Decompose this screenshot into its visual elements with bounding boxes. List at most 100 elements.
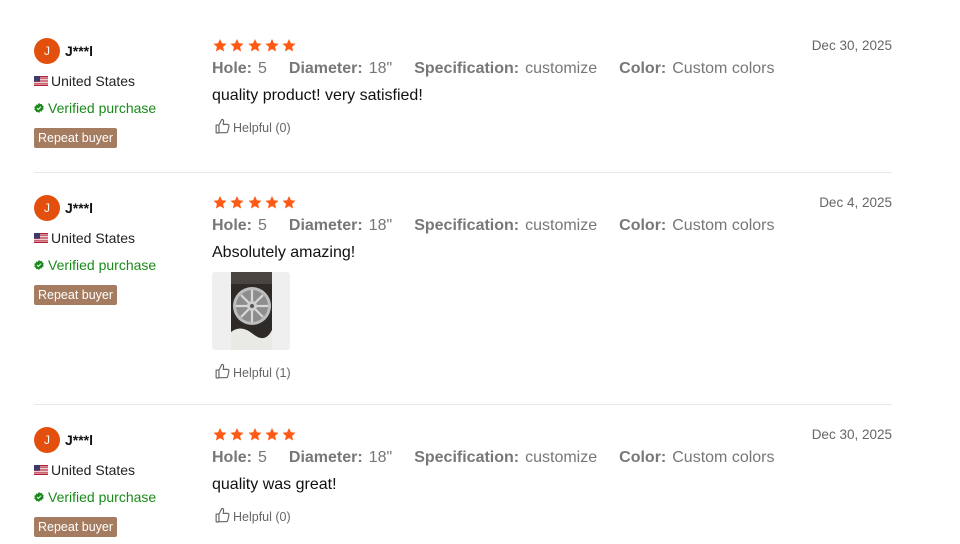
review-date: Dec 30, 2025	[811, 38, 892, 53]
star-icon	[264, 38, 280, 53]
spec-specification: Specification: customize	[414, 449, 597, 467]
helpful-button[interactable]: Helpful (0)	[214, 118, 291, 135]
verified-icon	[34, 260, 44, 270]
review-card: J J***l United States Verified purchase …	[34, 427, 892, 544]
avatar: J	[34, 195, 60, 221]
verified-label: Verified purchase	[48, 489, 157, 505]
review-text: Absolutely amazing!	[212, 244, 356, 261]
spec-key: Color:	[619, 449, 667, 466]
verified-label: Verified purchase	[48, 100, 157, 116]
product-specs: Hole: 5 Diameter: 18" Specification: custom…	[212, 60, 797, 78]
spec-hole: Hole: 5	[212, 449, 267, 467]
spec-value: customize	[525, 217, 598, 234]
star-icon	[281, 427, 297, 442]
review-text: quality product! very satisfied!	[212, 87, 423, 104]
helpful-button[interactable]: Helpful (0)	[214, 507, 291, 524]
spec-value: Custom colors	[672, 217, 775, 234]
spec-value: Custom colors	[672, 60, 775, 77]
star-icon	[264, 427, 280, 442]
spec-diameter: Diameter: 18"	[289, 60, 392, 78]
spec-color: Color: Custom colors	[619, 217, 774, 235]
review-date: Dec 4, 2025	[819, 195, 892, 210]
wheel-photo	[231, 272, 272, 350]
star-rating	[212, 195, 298, 210]
spec-color: Color: Custom colors	[619, 449, 774, 467]
spec-key: Diameter:	[288, 217, 363, 234]
star-icon	[247, 195, 263, 210]
spec-value: Custom colors	[672, 449, 775, 466]
country-label: United States	[51, 230, 136, 246]
spec-key: Diameter:	[288, 449, 363, 466]
reviewer-country: United States	[34, 462, 135, 478]
avatar: J	[34, 38, 60, 64]
us-flag-icon	[34, 233, 48, 243]
spec-value: customize	[525, 449, 598, 466]
reviewer-name-line: J J***l	[34, 427, 93, 453]
review-text: quality was great!	[212, 476, 337, 493]
star-rating	[212, 427, 298, 442]
star-icon	[247, 427, 263, 442]
helpful-label: Helpful (0)	[233, 510, 291, 524]
review-date: Dec 30, 2025	[811, 427, 892, 442]
star-icon	[212, 38, 228, 53]
repeat-buyer-badge: Repeat buyer	[34, 285, 118, 305]
spec-key: Hole:	[212, 217, 252, 234]
review-card: J J***l United States Verified purchase …	[34, 38, 892, 173]
avatar: J	[34, 427, 60, 453]
spec-value: 5	[258, 217, 267, 234]
verified-purchase: Verified purchase	[34, 489, 156, 505]
spec-hole: Hole: 5	[212, 217, 267, 235]
star-icon	[281, 38, 297, 53]
review-card: J J***l United States Verified purchase …	[34, 195, 892, 405]
country-label: United States	[51, 73, 136, 89]
star-icon	[247, 38, 263, 53]
spec-key: Color:	[619, 217, 667, 234]
spec-specification: Specification: customize	[414, 60, 597, 78]
spec-key: Specification:	[414, 60, 520, 77]
spec-hole: Hole: 5	[212, 60, 267, 78]
verified-label: Verified purchase	[48, 257, 157, 273]
repeat-buyer-badge: Repeat buyer	[34, 517, 118, 537]
star-icon	[229, 195, 245, 210]
reviewer-name: J***l	[65, 43, 94, 59]
verified-purchase: Verified purchase	[34, 100, 156, 116]
thumbs-up-icon	[214, 118, 231, 135]
spec-key: Specification:	[414, 217, 520, 234]
star-icon	[212, 427, 228, 442]
spec-diameter: Diameter: 18"	[289, 217, 392, 235]
helpful-button[interactable]: Helpful (1)	[214, 363, 291, 380]
reviewer-country: United States	[34, 230, 135, 246]
helpful-label: Helpful (0)	[233, 121, 291, 135]
star-icon	[264, 195, 280, 210]
star-icon	[229, 427, 245, 442]
us-flag-icon	[34, 465, 48, 475]
verified-icon	[34, 492, 44, 502]
product-specs: Hole: 5 Diameter: 18" Specification: custom…	[212, 217, 797, 235]
spec-key: Diameter:	[288, 60, 363, 77]
spec-diameter: Diameter: 18"	[289, 449, 392, 467]
star-icon	[229, 38, 245, 53]
spec-value: customize	[525, 60, 598, 77]
verified-icon	[34, 103, 44, 113]
helpful-label: Helpful (1)	[233, 366, 291, 380]
spec-key: Hole:	[212, 60, 252, 77]
reviewer-country: United States	[34, 73, 135, 89]
reviewer-name-line: J J***l	[34, 38, 93, 64]
us-flag-icon	[34, 76, 48, 86]
spec-value: 5	[258, 60, 267, 77]
review-photo-thumbnail[interactable]	[212, 272, 290, 350]
repeat-buyer-badge: Repeat buyer	[34, 128, 118, 148]
star-rating	[212, 38, 298, 53]
spec-value: 18"	[368, 60, 393, 77]
spec-key: Hole:	[212, 449, 252, 466]
spec-value: 5	[258, 449, 267, 466]
verified-purchase: Verified purchase	[34, 257, 156, 273]
star-icon	[212, 195, 228, 210]
spec-key: Specification:	[414, 449, 520, 466]
thumbs-up-icon	[214, 363, 231, 380]
reviewer-name: J***l	[65, 200, 94, 216]
spec-value: 18"	[368, 217, 393, 234]
spec-value: 18"	[368, 449, 393, 466]
star-icon	[281, 195, 297, 210]
reviewer-name: J***l	[65, 432, 94, 448]
